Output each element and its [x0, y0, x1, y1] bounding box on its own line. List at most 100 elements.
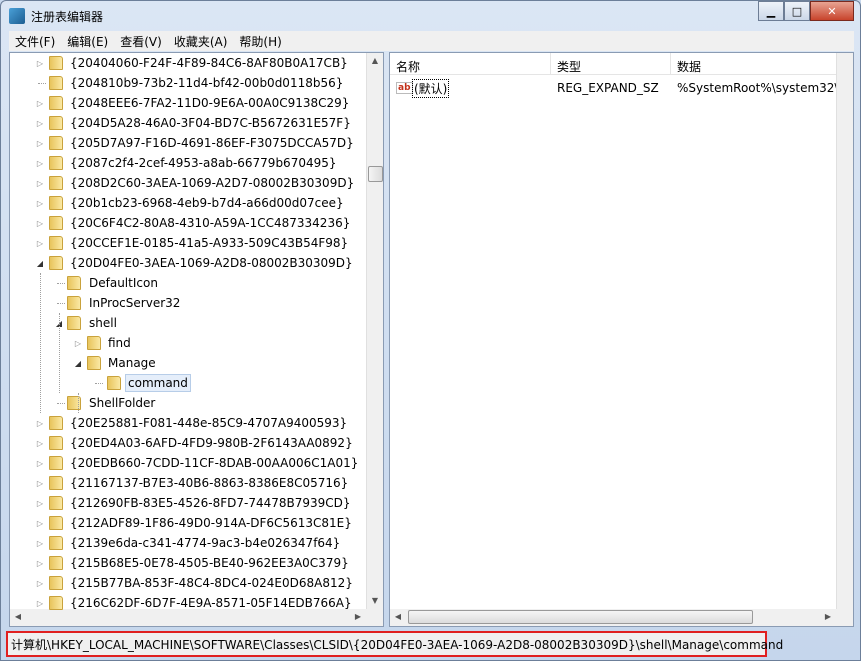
- tree-node[interactable]: ▷ {2139e6da-c341-4774-9ac3-b4e026347f64}: [10, 533, 365, 553]
- tree-node-label[interactable]: shell: [87, 315, 119, 331]
- tree-node[interactable]: ▷{20EDB660-7CDD-11CF-8DAB-00AA006C1A01}: [10, 453, 365, 473]
- tree-node[interactable]: ▷ {204D5A28-46A0-3F04-BD7C-B5672631E57F}: [10, 113, 365, 133]
- menu-favorites[interactable]: 收藏夹(A): [168, 33, 234, 50]
- tree-node-label[interactable]: DefaultIcon: [87, 275, 160, 291]
- expand-icon[interactable]: ▷: [35, 479, 45, 488]
- expand-icon[interactable]: ▷: [35, 59, 45, 68]
- tree-node-label[interactable]: InProcServer32: [87, 295, 182, 311]
- tree-node[interactable]: ▷ {2048EEE6-7FA2-11D0-9E6A-00A0C9138C29}: [10, 93, 365, 113]
- maximize-button[interactable]: □: [784, 1, 810, 21]
- expand-icon[interactable]: ▷: [35, 419, 45, 428]
- values-horizontal-scrollbar[interactable]: ◀ ▶: [390, 609, 853, 626]
- tree-node[interactable]: ShellFolder: [10, 393, 365, 413]
- tree-node[interactable]: InProcServer32: [10, 293, 365, 313]
- registry-tree[interactable]: ▲ ▼ ◀ ▶ ▷ {20404060-F24F-4F89-84C6-8AF80B…: [9, 52, 384, 627]
- menu-file[interactable]: 文件(F): [9, 33, 61, 50]
- expand-icon[interactable]: ▷: [35, 219, 45, 228]
- expand-icon[interactable]: ▷: [35, 579, 45, 588]
- tree-node-label[interactable]: {205D7A97-F16D-4691-86EF-F3075DCCA57D}: [68, 135, 356, 151]
- scroll-thumb[interactable]: [368, 166, 383, 182]
- tree-node-label[interactable]: {212ADF89-1F86-49D0-914A-DF6C5613C81E}: [68, 515, 354, 531]
- expand-icon[interactable]: ▷: [73, 339, 83, 348]
- tree-node-label[interactable]: {20EDB660-7CDD-11CF-8DAB-00AA006C1A01}: [68, 455, 360, 471]
- close-button[interactable]: ✕: [810, 1, 854, 21]
- expand-icon[interactable]: ▷: [35, 519, 45, 528]
- tree-node-label[interactable]: {21167137-B7E3-40B6-8863-8386E8C05716}: [68, 475, 350, 491]
- expand-icon[interactable]: ▷: [35, 139, 45, 148]
- tree-node-label[interactable]: {20404060-F24F-4F89-84C6-8AF80B0A17CB}: [68, 55, 350, 71]
- tree-node[interactable]: ▷ {216C62DF-6D7F-4E9A-8571-05F14EDB766A}: [10, 593, 365, 613]
- tree-node[interactable]: ◢shell: [10, 313, 365, 333]
- tree-node-label[interactable]: {20ED4A03-6AFD-4FD9-980B-2F6143AA0892}: [68, 435, 355, 451]
- column-data[interactable]: 数据: [671, 53, 841, 74]
- tree-node[interactable]: ▷ {215B68E5-0E78-4505-BE40-962EE3A0C379}: [10, 553, 365, 573]
- tree-node[interactable]: ▷ {20E25881-F081-448e-85C9-4707A9400593}: [10, 413, 365, 433]
- tree-node[interactable]: ▷ {212690FB-83E5-4526-8FD7-74478B7939CD}: [10, 493, 365, 513]
- tree-node-label[interactable]: {2048EEE6-7FA2-11D0-9E6A-00A0C9138C29}: [68, 95, 351, 111]
- tree-node[interactable]: ▷ {20b1cb23-6968-4eb9-b7d4-a66d00d07cee}: [10, 193, 365, 213]
- column-name[interactable]: 名称: [390, 53, 551, 74]
- scroll-right-icon[interactable]: ▶: [820, 612, 836, 621]
- values-pane[interactable]: 名称 类型 数据 ab (默认) REG_EXPAND_SZ %SystemRo…: [389, 52, 854, 627]
- values-vertical-scrollbar[interactable]: [836, 53, 853, 609]
- column-type[interactable]: 类型: [551, 53, 671, 74]
- expand-icon[interactable]: ▷: [35, 119, 45, 128]
- tree-node[interactable]: {204810b9-73b2-11d4-bf42-00b0d0118b56}: [10, 73, 365, 93]
- tree-node[interactable]: ▷ {208D2C60-3AEA-1069-A2D7-08002B30309D}: [10, 173, 365, 193]
- tree-node[interactable]: ◢ {20D04FE0-3AEA-1069-A2D8-08002B30309D}: [10, 253, 365, 273]
- tree-node[interactable]: ▷ {2087c2f4-2cef-4953-a8ab-66779b670495}: [10, 153, 365, 173]
- tree-vertical-scrollbar[interactable]: ▲ ▼: [366, 53, 383, 609]
- tree-node[interactable]: ▷ find: [10, 333, 365, 353]
- tree-node-label[interactable]: {215B77BA-853F-48C4-8DC4-024E0D68A812}: [68, 575, 355, 591]
- scroll-right-icon[interactable]: ▶: [350, 612, 366, 621]
- tree-node[interactable]: ◢ Manage: [10, 353, 365, 373]
- expand-icon[interactable]: ▷: [35, 99, 45, 108]
- minimize-button[interactable]: ▁: [758, 1, 784, 21]
- expand-icon[interactable]: ▷: [35, 179, 45, 188]
- scroll-down-icon[interactable]: ▼: [367, 596, 383, 605]
- expand-icon[interactable]: ▷: [35, 439, 45, 448]
- tree-node[interactable]: DefaultIcon: [10, 273, 365, 293]
- tree-node-label[interactable]: {208D2C60-3AEA-1069-A2D7-08002B30309D}: [68, 175, 356, 191]
- scroll-left-icon[interactable]: ◀: [390, 612, 406, 621]
- tree-node-label[interactable]: {2087c2f4-2cef-4953-a8ab-66779b670495}: [68, 155, 339, 171]
- scroll-up-icon[interactable]: ▲: [367, 56, 383, 65]
- tree-node[interactable]: ▷ {20ED4A03-6AFD-4FD9-980B-2F6143AA0892}: [10, 433, 365, 453]
- expand-icon[interactable]: ▷: [35, 559, 45, 568]
- tree-node[interactable]: command: [10, 373, 365, 393]
- tree-node-label[interactable]: {20C6F4C2-80A8-4310-A59A-1CC487334236}: [68, 215, 352, 231]
- expand-icon[interactable]: ▷: [35, 499, 45, 508]
- collapse-icon[interactable]: ◢: [73, 359, 83, 368]
- tree-node-label[interactable]: {215B68E5-0E78-4505-BE40-962EE3A0C379}: [68, 555, 351, 571]
- expand-icon[interactable]: ▷: [35, 199, 45, 208]
- tree-node-label[interactable]: {20D04FE0-3AEA-1069-A2D8-08002B30309D}: [68, 255, 355, 271]
- tree-node-label[interactable]: Manage: [106, 355, 158, 371]
- tree-node[interactable]: ▷ {212ADF89-1F86-49D0-914A-DF6C5613C81E}: [10, 513, 365, 533]
- tree-node-label[interactable]: {204810b9-73b2-11d4-bf42-00b0d0118b56}: [68, 75, 345, 91]
- tree-node-label[interactable]: find: [106, 335, 133, 351]
- tree-node-label[interactable]: {2139e6da-c341-4774-9ac3-b4e026347f64}: [68, 535, 342, 551]
- tree-node-label[interactable]: {20b1cb23-6968-4eb9-b7d4-a66d00d07cee}: [68, 195, 346, 211]
- tree-node-label[interactable]: {212690FB-83E5-4526-8FD7-74478B7939CD}: [68, 495, 353, 511]
- scroll-thumb[interactable]: [408, 610, 753, 624]
- tree-node-label[interactable]: ShellFolder: [87, 395, 157, 411]
- menu-edit[interactable]: 编辑(E): [61, 33, 114, 50]
- menu-help[interactable]: 帮助(H): [233, 33, 287, 50]
- collapse-icon[interactable]: ◢: [35, 259, 45, 268]
- tree-node-label[interactable]: {20E25881-F081-448e-85C9-4707A9400593}: [68, 415, 349, 431]
- scroll-left-icon[interactable]: ◀: [10, 612, 26, 621]
- tree-node[interactable]: ▷ {20C6F4C2-80A8-4310-A59A-1CC487334236}: [10, 213, 365, 233]
- tree-node[interactable]: ▷ {21167137-B7E3-40B6-8863-8386E8C05716}: [10, 473, 365, 493]
- tree-node[interactable]: ▷ {205D7A97-F16D-4691-86EF-F3075DCCA57D}: [10, 133, 365, 153]
- tree-node[interactable]: ▷ {20404060-F24F-4F89-84C6-8AF80B0A17CB}: [10, 53, 365, 73]
- expand-icon[interactable]: ▷: [35, 539, 45, 548]
- tree-node[interactable]: ▷ {215B77BA-853F-48C4-8DC4-024E0D68A812}: [10, 573, 365, 593]
- tree-node-label[interactable]: {204D5A28-46A0-3F04-BD7C-B5672631E57F}: [68, 115, 353, 131]
- tree-node[interactable]: ▷{20CCEF1E-0185-41a5-A933-509C43B54F98}: [10, 233, 365, 253]
- expand-icon[interactable]: ▷: [35, 599, 45, 608]
- menu-view[interactable]: 查看(V): [114, 33, 168, 50]
- expand-icon[interactable]: ▷: [35, 159, 45, 168]
- tree-node-label[interactable]: {20CCEF1E-0185-41a5-A933-509C43B54F98}: [68, 235, 350, 251]
- tree-node-label[interactable]: {216C62DF-6D7F-4E9A-8571-05F14EDB766A}: [68, 595, 354, 611]
- tree-node-label[interactable]: command: [125, 374, 191, 392]
